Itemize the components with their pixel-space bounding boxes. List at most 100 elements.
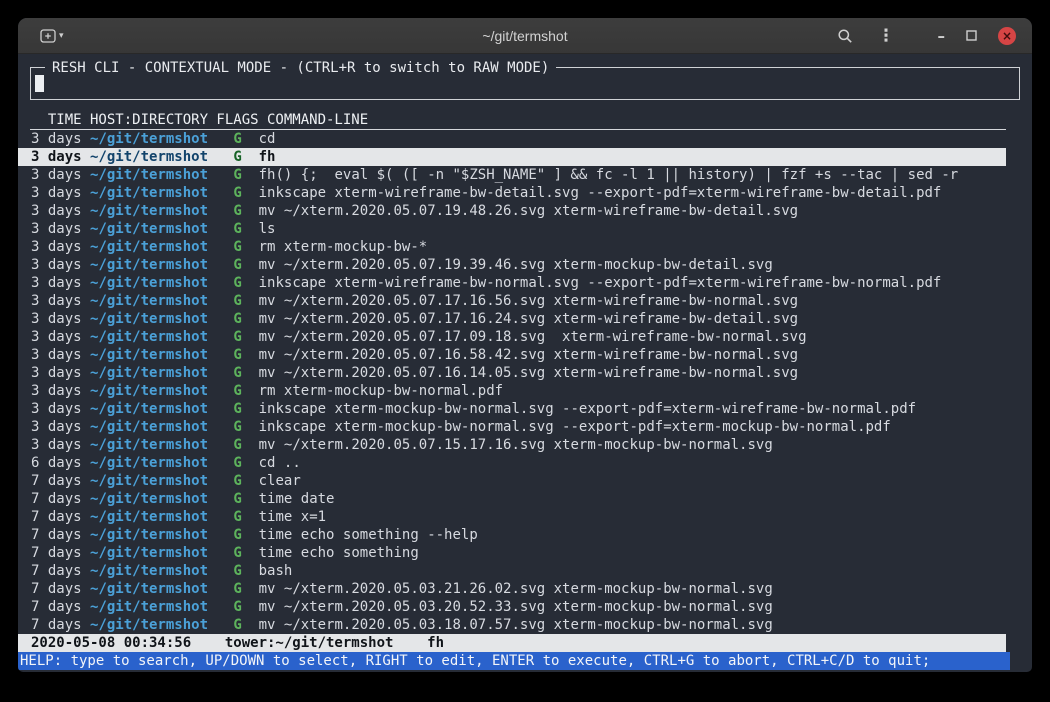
terminal-window: ▾ ~/git/termshot ⋮ – × (18, 18, 1032, 672)
history-row[interactable]: 3 days ~/git/termshot G mv ~/xterm.2020.… (18, 310, 1006, 328)
row-time: 3 days (31, 131, 82, 147)
row-dir: ~/git/termshot (90, 239, 208, 255)
history-row[interactable]: 7 days ~/git/termshot G time date (18, 490, 1006, 508)
row-command: mv ~/xterm.2020.05.03.18.07.57.svg xterm… (259, 617, 773, 633)
row-command: mv ~/xterm.2020.05.07.16.58.42.svg xterm… (259, 347, 798, 363)
row-flags: G (233, 311, 241, 327)
row-time: 7 days (31, 473, 82, 489)
row-flags: G (233, 365, 241, 381)
row-flags: G (233, 581, 241, 597)
row-command: mv ~/xterm.2020.05.07.19.39.46.svg xterm… (259, 257, 773, 273)
status-bar: 2020-05-08 00:34:56 tower:~/git/termshot… (18, 634, 1006, 652)
row-flags: G (233, 527, 241, 543)
search-button[interactable] (837, 28, 853, 44)
search-query-box[interactable]: RESH CLI - CONTEXTUAL MODE - (CTRL+R to … (30, 67, 1020, 100)
row-dir: ~/git/termshot (90, 149, 208, 165)
history-row[interactable]: 7 days ~/git/termshot G clear (18, 472, 1006, 490)
row-time: 3 days (31, 275, 82, 291)
history-row[interactable]: 3 days ~/git/termshot G mv ~/xterm.2020.… (18, 202, 1006, 220)
history-row[interactable]: 3 days ~/git/termshot G fh (18, 148, 1006, 166)
history-row[interactable]: 3 days ~/git/termshot G inkscape xterm-m… (18, 400, 1006, 418)
row-command: inkscape xterm-wireframe-bw-detail.svg -… (259, 185, 942, 201)
row-command: ls (259, 221, 276, 237)
titlebar[interactable]: ▾ ~/git/termshot ⋮ – × (18, 18, 1032, 54)
terminal-content: RESH CLI - CONTEXTUAL MODE - (CTRL+R to … (18, 67, 1032, 672)
row-flags: G (233, 149, 241, 165)
history-row[interactable]: 3 days ~/git/termshot G mv ~/xterm.2020.… (18, 292, 1006, 310)
row-flags: G (233, 185, 241, 201)
new-tab-button[interactable]: ▾ (40, 29, 64, 43)
history-row[interactable]: 3 days ~/git/termshot G mv ~/xterm.2020.… (18, 364, 1006, 382)
row-dir: ~/git/termshot (90, 491, 208, 507)
history-row[interactable]: 7 days ~/git/termshot G time x=1 (18, 508, 1006, 526)
history-row[interactable]: 7 days ~/git/termshot G mv ~/xterm.2020.… (18, 598, 1006, 616)
history-row[interactable]: 3 days ~/git/termshot G fh() {; eval $( … (18, 166, 1006, 184)
caret-down-icon: ▾ (59, 31, 64, 41)
row-command: rm xterm-mockup-bw-* (259, 239, 428, 255)
row-time: 3 days (31, 239, 82, 255)
row-dir: ~/git/termshot (90, 275, 208, 291)
history-row[interactable]: 3 days ~/git/termshot G inkscape xterm-w… (18, 274, 1006, 292)
history-row[interactable]: 3 days ~/git/termshot G mv ~/xterm.2020.… (18, 256, 1006, 274)
row-command: inkscape xterm-mockup-bw-normal.svg --ex… (259, 419, 891, 435)
history-row[interactable]: 7 days ~/git/termshot G time echo someth… (18, 526, 1006, 544)
row-command: mv ~/xterm.2020.05.07.17.16.24.svg xterm… (259, 311, 798, 327)
row-flags: G (233, 545, 241, 561)
row-time: 3 days (31, 383, 82, 399)
row-command: mv ~/xterm.2020.05.03.20.52.33.svg xterm… (259, 599, 773, 615)
row-dir: ~/git/termshot (90, 221, 208, 237)
row-flags: G (233, 239, 241, 255)
row-time: 3 days (31, 203, 82, 219)
row-flags: G (233, 293, 241, 309)
row-time: 3 days (31, 149, 82, 165)
row-flags: G (233, 329, 241, 345)
row-command: bash (259, 563, 293, 579)
row-flags: G (233, 275, 241, 291)
row-dir: ~/git/termshot (90, 365, 208, 381)
row-time: 3 days (31, 419, 82, 435)
row-command: mv ~/xterm.2020.05.07.19.48.26.svg xterm… (259, 203, 798, 219)
row-time: 7 days (31, 617, 82, 633)
row-time: 3 days (31, 401, 82, 417)
history-row[interactable]: 3 days ~/git/termshot G inkscape xterm-m… (18, 418, 1006, 436)
row-command: clear (259, 473, 301, 489)
history-row[interactable]: 7 days ~/git/termshot G bash (18, 562, 1006, 580)
menu-icon[interactable]: ⋮ (878, 28, 895, 44)
row-command: inkscape xterm-wireframe-bw-normal.svg -… (259, 275, 942, 291)
row-dir: ~/git/termshot (90, 455, 208, 471)
history-row[interactable]: 6 days ~/git/termshot G cd .. (18, 454, 1006, 472)
row-dir: ~/git/termshot (90, 257, 208, 273)
row-command: mv ~/xterm.2020.05.07.17.16.56.svg xterm… (259, 293, 798, 309)
history-row[interactable]: 3 days ~/git/termshot G rm xterm-mockup-… (18, 238, 1006, 256)
columns-header: TIME HOST:DIRECTORY FLAGS COMMAND-LINE (30, 112, 1006, 130)
row-flags: G (233, 401, 241, 417)
row-dir: ~/git/termshot (90, 563, 208, 579)
history-row[interactable]: 3 days ~/git/termshot G mv ~/xterm.2020.… (18, 436, 1006, 454)
minimize-button[interactable]: – (938, 27, 946, 45)
close-icon: × (1002, 27, 1012, 45)
history-row[interactable]: 3 days ~/git/termshot G mv ~/xterm.2020.… (18, 346, 1006, 364)
row-time: 3 days (31, 437, 82, 453)
row-flags: G (233, 419, 241, 435)
row-time: 3 days (31, 365, 82, 381)
row-time: 3 days (31, 185, 82, 201)
row-dir: ~/git/termshot (90, 509, 208, 525)
history-row[interactable]: 3 days ~/git/termshot G mv ~/xterm.2020.… (18, 328, 1006, 346)
row-dir: ~/git/termshot (90, 383, 208, 399)
history-row[interactable]: 3 days ~/git/termshot G rm xterm-mockup-… (18, 382, 1006, 400)
close-button[interactable]: × (998, 27, 1016, 45)
row-command: mv ~/xterm.2020.05.03.21.26.02.svg xterm… (259, 581, 773, 597)
history-row[interactable]: 7 days ~/git/termshot G mv ~/xterm.2020.… (18, 580, 1006, 598)
row-dir: ~/git/termshot (90, 329, 208, 345)
search-icon (837, 28, 853, 44)
history-row[interactable]: 7 days ~/git/termshot G mv ~/xterm.2020.… (18, 616, 1006, 634)
history-row[interactable]: 3 days ~/git/termshot G cd (18, 130, 1006, 148)
row-flags: G (233, 257, 241, 273)
history-row[interactable]: 3 days ~/git/termshot G ls (18, 220, 1006, 238)
row-command: time date (259, 491, 335, 507)
row-time: 7 days (31, 509, 82, 525)
row-time: 7 days (31, 581, 82, 597)
restore-button[interactable] (966, 30, 977, 41)
history-row[interactable]: 3 days ~/git/termshot G inkscape xterm-w… (18, 184, 1006, 202)
history-row[interactable]: 7 days ~/git/termshot G time echo someth… (18, 544, 1006, 562)
